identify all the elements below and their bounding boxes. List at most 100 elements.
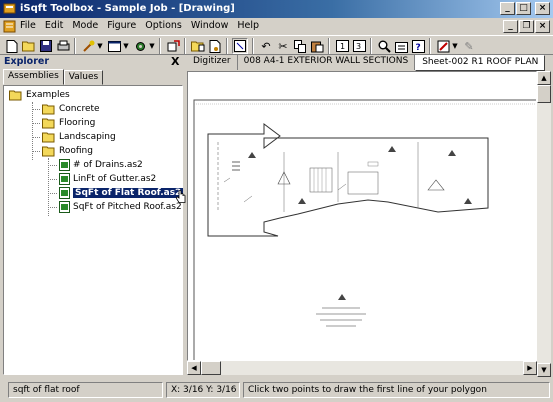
tree-item-label-selected: SqFt of Flat Roof.as2 bbox=[73, 188, 184, 198]
menu-mode[interactable]: Mode bbox=[72, 20, 98, 31]
properties-icon[interactable] bbox=[393, 38, 409, 54]
zoom-icon[interactable] bbox=[376, 38, 392, 54]
explorer-close-button[interactable]: X bbox=[171, 55, 179, 68]
save-icon[interactable] bbox=[38, 38, 54, 54]
minimize-button[interactable]: _ bbox=[500, 2, 515, 15]
doc-minimize-button[interactable]: _ bbox=[503, 20, 518, 33]
doc-restore-button[interactable]: ❐ bbox=[519, 20, 534, 33]
tab-roof-plan[interactable]: Sheet-002 R1 ROOF PLAN bbox=[415, 55, 546, 71]
status-coordinates: X: 3/16 Y: 3/16 bbox=[166, 382, 240, 398]
svg-text:?: ? bbox=[415, 43, 420, 53]
page-number-icon[interactable]: 1 bbox=[334, 38, 350, 54]
tree-item-examples[interactable]: Examples bbox=[9, 88, 70, 102]
tree-item-drains[interactable]: # of Drains.as2 bbox=[59, 158, 143, 172]
title-bar[interactable]: iSqft Toolbox - Sample Job - [Drawing] _… bbox=[0, 0, 553, 18]
undo-icon[interactable]: ↶ bbox=[258, 38, 274, 54]
export-icon[interactable] bbox=[165, 38, 181, 54]
tree-item-gutter[interactable]: LinFt of Gutter.as2 bbox=[59, 172, 156, 186]
tree-item-label: Landscaping bbox=[59, 132, 116, 142]
scroll-down-icon[interactable]: ▼ bbox=[537, 363, 551, 377]
folder-open-icon bbox=[42, 146, 55, 156]
doc-close-button[interactable]: × bbox=[535, 20, 550, 33]
tree-item-flooring[interactable]: Flooring bbox=[42, 116, 95, 130]
page-icon[interactable] bbox=[207, 38, 223, 54]
horizontal-scrollbar[interactable]: ◀ ▶ bbox=[187, 361, 537, 375]
tree-item-label: LinFt of Gutter.as2 bbox=[73, 174, 157, 184]
menu-file[interactable]: File bbox=[20, 20, 36, 31]
status-bar: sqft of flat roof X: 3/16 Y: 3/16 Click … bbox=[0, 380, 553, 402]
tree-item-label: Flooring bbox=[59, 118, 96, 128]
folder-open-icon bbox=[9, 90, 22, 100]
scroll-left-icon[interactable]: ◀ bbox=[187, 361, 201, 375]
copy-icon[interactable] bbox=[292, 38, 308, 54]
help-icon[interactable]: ? bbox=[410, 38, 426, 54]
digitize-icon[interactable] bbox=[232, 38, 248, 54]
menu-bar: File Edit Mode Figure Options Window Hel… bbox=[0, 18, 553, 35]
tree-item-label: Examples bbox=[26, 90, 70, 100]
scroll-right-icon[interactable]: ▶ bbox=[523, 361, 537, 375]
maximize-button[interactable]: □ bbox=[516, 2, 531, 15]
document-icon[interactable] bbox=[3, 20, 16, 33]
tree-item-pitched-roof[interactable]: SqFt of Pitched Roof.as2 bbox=[59, 200, 182, 214]
tab-digitizer[interactable]: Digitizer bbox=[187, 55, 238, 70]
tree-item-roofing[interactable]: Roofing bbox=[42, 144, 93, 158]
assembly-file-icon bbox=[59, 173, 70, 185]
app-icon bbox=[3, 3, 16, 14]
tree-item-flat-roof[interactable]: SqFt of Flat Roof.as2 bbox=[59, 186, 187, 203]
tree-item-label: SqFt of Pitched Roof.as2 bbox=[73, 202, 182, 212]
tools-icon[interactable] bbox=[80, 38, 96, 54]
settings-icon[interactable] bbox=[132, 38, 148, 54]
vertical-scrollbar[interactable]: ▲ ▼ bbox=[537, 71, 551, 377]
status-assembly: sqft of flat roof bbox=[8, 382, 163, 398]
folder-icon bbox=[42, 104, 55, 114]
color-dropdown-icon[interactable]: ▼ bbox=[451, 38, 459, 54]
toolbar: ▼ ▼ ▼ ↶ ✂ 1 3 ? ▼ ✎ bbox=[0, 35, 553, 55]
window-title: iSqft Toolbox - Sample Job - [Drawing] bbox=[20, 3, 235, 14]
assembly-file-icon bbox=[59, 159, 70, 171]
color-icon[interactable] bbox=[435, 38, 451, 54]
scroll-up-icon[interactable]: ▲ bbox=[537, 71, 551, 85]
menu-window[interactable]: Window bbox=[191, 20, 228, 31]
open-drawing-icon[interactable] bbox=[190, 38, 206, 54]
menu-help[interactable]: Help bbox=[237, 20, 259, 31]
assembly-file-icon bbox=[59, 201, 70, 213]
explorer-tabs: Assemblies Values bbox=[3, 69, 104, 85]
tab-exterior-wall-sections[interactable]: 008 A4-1 EXTERIOR WALL SECTIONS bbox=[238, 55, 416, 70]
menu-edit[interactable]: Edit bbox=[45, 20, 63, 31]
assembly-tree[interactable]: Examples Concrete Flooring Landscaping R… bbox=[3, 85, 186, 375]
pen-icon[interactable]: ✎ bbox=[461, 38, 477, 54]
tools-dropdown-icon[interactable]: ▼ bbox=[96, 38, 104, 54]
paste-icon[interactable] bbox=[309, 38, 325, 54]
svg-text:3: 3 bbox=[356, 42, 361, 51]
status-message: Click two points to draw the first line … bbox=[243, 382, 550, 398]
cut-icon[interactable]: ✂ bbox=[275, 38, 291, 54]
tree-item-label: # of Drains.as2 bbox=[73, 160, 143, 170]
explorer-title: Explorer bbox=[4, 56, 50, 67]
tree-item-label: Roofing bbox=[59, 146, 93, 156]
window-icon[interactable] bbox=[106, 38, 122, 54]
open-folder-icon[interactable] bbox=[21, 38, 37, 54]
folder-icon bbox=[42, 118, 55, 128]
tree-item-label: Concrete bbox=[59, 104, 100, 114]
tree-item-landscaping[interactable]: Landscaping bbox=[42, 130, 116, 144]
window-dropdown-icon[interactable]: ▼ bbox=[122, 38, 130, 54]
explorer-header: Explorer X bbox=[0, 55, 187, 69]
horizontal-scroll-thumb[interactable] bbox=[201, 361, 221, 375]
svg-text:1: 1 bbox=[340, 42, 345, 51]
menu-figure[interactable]: Figure bbox=[107, 20, 136, 31]
roof-plan-drawing bbox=[193, 99, 536, 360]
print-icon[interactable] bbox=[55, 38, 71, 54]
drawing-canvas[interactable] bbox=[187, 71, 537, 361]
sheet-icon[interactable]: 3 bbox=[351, 38, 367, 54]
vertical-scroll-thumb[interactable] bbox=[537, 85, 551, 103]
assembly-file-icon bbox=[59, 187, 70, 199]
tab-values[interactable]: Values bbox=[63, 70, 104, 85]
folder-icon bbox=[42, 132, 55, 142]
tree-item-concrete[interactable]: Concrete bbox=[42, 102, 100, 116]
document-tabs: Digitizer 008 A4-1 EXTERIOR WALL SECTION… bbox=[187, 55, 553, 71]
new-icon[interactable] bbox=[4, 38, 20, 54]
tab-assemblies[interactable]: Assemblies bbox=[3, 69, 64, 85]
close-button[interactable]: × bbox=[535, 2, 550, 15]
settings-dropdown-icon[interactable]: ▼ bbox=[148, 38, 156, 54]
menu-options[interactable]: Options bbox=[145, 20, 182, 31]
